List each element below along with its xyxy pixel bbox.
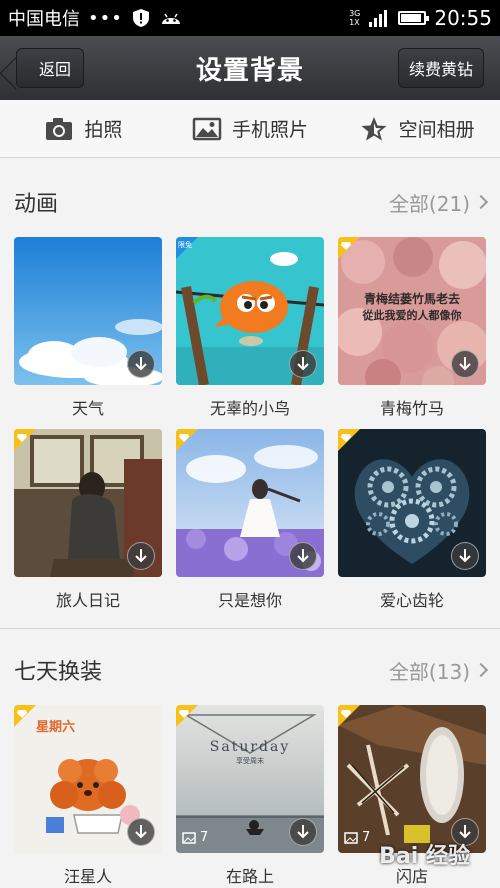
- theme-thumbnail: 青梅结蒌竹馬老去 從此我爱的人都像你: [338, 237, 486, 385]
- chevron-right-icon: [473, 194, 489, 210]
- take-photo-button[interactable]: 拍照: [0, 100, 167, 157]
- image-count: 7: [344, 830, 370, 845]
- view-all-seven-day-link[interactable]: 全部(13): [389, 656, 489, 685]
- clock: 20:55: [434, 6, 492, 30]
- theme-name: 只是想你: [217, 591, 282, 610]
- diamond-badge: [338, 705, 360, 727]
- space-album-button[interactable]: 空间相册: [333, 100, 500, 157]
- theme-tile[interactable]: 青梅结蒌竹馬老去 從此我爱的人都像你 青梅竹马: [338, 237, 486, 419]
- android-icon: [161, 13, 180, 24]
- download-icon[interactable]: [289, 818, 317, 846]
- view-all-animation-link[interactable]: 全部(21): [389, 188, 489, 217]
- gallery-icon: [344, 831, 358, 844]
- theme-thumbnail: 限免: [176, 237, 324, 385]
- theme-thumbnail: 7: [338, 705, 486, 853]
- download-icon[interactable]: [127, 350, 155, 378]
- section-title: 七天换装: [14, 660, 103, 685]
- diamond-badge: [176, 429, 198, 451]
- title-bar: 返回 设置背景 续费黄钻: [0, 36, 500, 100]
- svg-text:限免: 限免: [178, 240, 192, 249]
- theme-thumbnail: 星期六: [14, 705, 162, 853]
- download-icon[interactable]: [127, 818, 155, 846]
- star-icon: [361, 116, 387, 140]
- image-icon: [192, 117, 222, 140]
- theme-tile[interactable]: 旅人日记: [14, 429, 162, 611]
- theme-thumbnail: [14, 429, 162, 577]
- phone-photos-label: 手机照片: [232, 119, 309, 141]
- status-bar: 中国电信 ••• 3G 1X 20:55: [0, 0, 500, 36]
- download-icon[interactable]: [127, 542, 155, 570]
- theme-name: 汪星人: [63, 867, 112, 886]
- theme-thumbnail: [338, 429, 486, 577]
- diamond-badge: [14, 429, 36, 451]
- battery-icon: [398, 11, 430, 25]
- theme-name: 在路上: [225, 867, 274, 886]
- signal-icon: [369, 10, 388, 27]
- shield-icon: [132, 9, 149, 27]
- svg-text:從此我爱的人都像你: 從此我爱的人都像你: [362, 308, 462, 322]
- back-button[interactable]: 返回: [16, 48, 85, 88]
- download-icon[interactable]: [289, 350, 317, 378]
- theme-thumbnail: Saturday 享受周末 7: [176, 705, 324, 853]
- theme-tile[interactable]: Saturday 享受周末 7 在路上: [176, 705, 324, 887]
- svg-text:享受周末: 享受周末: [236, 756, 264, 765]
- carrier-name: 中国电信: [8, 9, 80, 30]
- image-count: 7: [182, 830, 208, 845]
- diamond-badge: [176, 705, 198, 727]
- gallery-icon: [182, 831, 196, 844]
- svg-text:青梅结蒌竹馬老去: 青梅结蒌竹馬老去: [364, 291, 460, 306]
- theme-thumbnail: [176, 429, 324, 577]
- theme-name: 爱心齿轮: [379, 591, 444, 610]
- theme-name: 无辜的小鸟: [209, 399, 290, 418]
- download-icon[interactable]: [451, 350, 479, 378]
- watermark: Bai 经验: [379, 844, 470, 869]
- download-icon[interactable]: [451, 542, 479, 570]
- svg-text:Saturday: Saturday: [210, 739, 291, 755]
- theme-name: 青梅竹马: [379, 399, 444, 418]
- diamond-badge: [338, 429, 360, 451]
- theme-tile[interactable]: 星期六 汪星人: [14, 705, 162, 887]
- diamond-badge: [14, 705, 36, 727]
- renew-vip-button[interactable]: 续费黄钻: [397, 48, 484, 88]
- theme-name: 天气: [71, 399, 104, 418]
- chevron-right-icon: [473, 662, 489, 678]
- theme-tile[interactable]: 天气: [14, 237, 162, 419]
- page-title: 设置背景: [195, 55, 304, 86]
- diamond-badge: [338, 237, 360, 259]
- source-action-bar: 拍照 手机照片 空间相册: [0, 100, 500, 158]
- notification-dots: •••: [88, 7, 123, 29]
- section-divider: [0, 628, 500, 629]
- section-header-animation: 动画 全部(21): [0, 172, 500, 232]
- space-album-label: 空间相册: [398, 119, 475, 141]
- camera-icon: [46, 117, 73, 140]
- limited-free-badge: 限免: [176, 237, 198, 259]
- theme-tile[interactable]: 限免 无辜的小鸟: [176, 237, 324, 419]
- theme-thumbnail: [14, 237, 162, 385]
- take-photo-label: 拍照: [84, 119, 123, 141]
- theme-tile[interactable]: 爱心齿轮: [338, 429, 486, 611]
- network-type: 3G 1X: [349, 9, 361, 27]
- download-icon[interactable]: [289, 542, 317, 570]
- section-header-seven-day: 七天换装 全部(13): [0, 640, 500, 700]
- theme-name: 旅人日记: [55, 591, 120, 610]
- theme-tile[interactable]: 只是想你: [176, 429, 324, 611]
- section-title: 动画: [14, 192, 59, 217]
- svg-text:星期六: 星期六: [36, 719, 75, 735]
- phone-photos-button[interactable]: 手机照片: [167, 100, 334, 157]
